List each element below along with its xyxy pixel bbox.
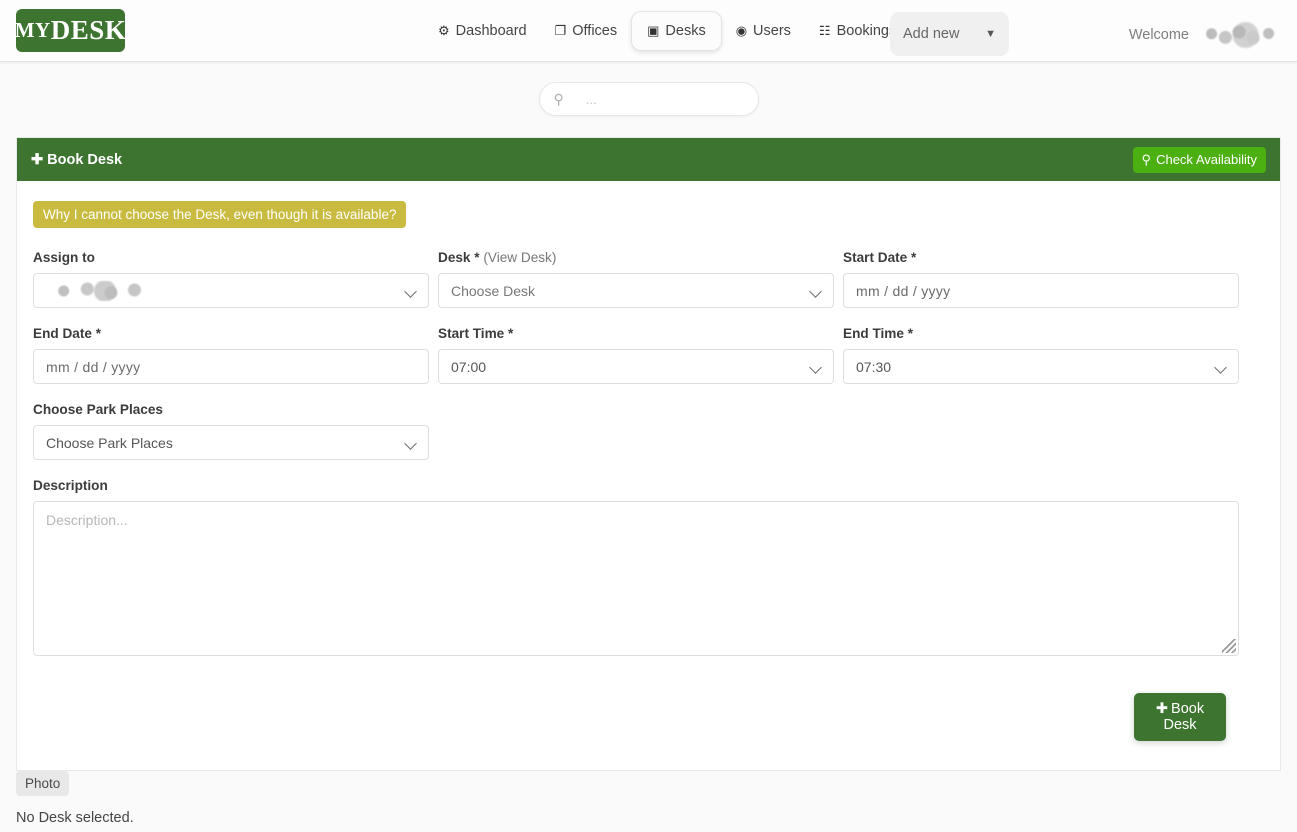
required-marker: * <box>474 250 480 265</box>
desk-select[interactable]: Choose Desk <box>438 273 834 308</box>
dashboard-icon: ⚙ <box>438 23 450 38</box>
end-date-input[interactable]: mm / dd / yyyy <box>33 349 429 384</box>
nav-label-dashboard: Dashboard <box>455 23 527 39</box>
calendar-icon: ☷ <box>818 23 831 38</box>
add-new-dropdown[interactable]: Add new ▼ <box>890 12 1009 56</box>
label-park-places: Choose Park Places <box>33 402 163 417</box>
required-marker: * <box>911 250 917 265</box>
label-end-time: End Time * <box>843 326 1241 341</box>
panel-header: ✚ Book Desk ⚲ Check Availability <box>17 138 1280 181</box>
label-end-date-text: End Date <box>33 326 92 341</box>
park-places-value: Choose Park Places <box>46 434 173 451</box>
nav-item-users[interactable]: ◉ Users <box>722 13 805 49</box>
desk-monitor-icon: ▣ <box>647 23 660 38</box>
label-start-date: Start Date * <box>843 250 1241 265</box>
book-desk-button[interactable]: ✚ Book Desk <box>1134 693 1226 741</box>
plus-icon: ✚ <box>1155 701 1169 717</box>
top-navbar: MY DESK ⚙ Dashboard ❐ Offices ▣ Desks ◉ U… <box>0 0 1297 62</box>
search-bar-row: ⚲ ... <box>0 62 1297 116</box>
field-end-time: End Time * 07:30 <box>843 326 1241 384</box>
required-marker: * <box>508 326 514 341</box>
book-desk-label: Book Desk <box>1163 701 1205 733</box>
welcome-label: Welcome <box>1128 27 1189 43</box>
no-desk-status: No Desk selected. <box>16 810 134 826</box>
welcome-area: Welcome <box>1129 20 1287 50</box>
check-availability-label: Check Availability <box>1156 152 1257 167</box>
form-row-description: Description Description... <box>33 478 1264 656</box>
label-assign-to: Assign to <box>33 250 95 265</box>
label-start-time-text: Start Time <box>438 326 505 341</box>
photo-tab[interactable]: Photo <box>16 771 70 796</box>
label-desk: Desk * (View Desk) <box>438 250 841 265</box>
form-row-1: Assign to Desk * (View Desk) Choose Desk… <box>33 250 1264 308</box>
required-marker: * <box>907 326 914 341</box>
nav-label-offices: Offices <box>572 23 618 39</box>
field-park-places: Choose Park Places Choose Park Places <box>33 402 436 460</box>
search-icon: ⚲ <box>1141 151 1152 167</box>
search-box[interactable]: ⚲ ... <box>538 82 759 116</box>
end-time-select[interactable]: 07:30 <box>843 349 1239 384</box>
availability-help-badge[interactable]: Why I cannot choose the Desk, even thoug… <box>33 201 407 228</box>
label-end-date: End Date * <box>33 326 436 341</box>
park-places-select[interactable]: Choose Park Places <box>33 425 429 460</box>
username-redacted[interactable] <box>1195 20 1287 50</box>
book-desk-panel: ✚ Book Desk ⚲ Check Availability Why I ca… <box>16 137 1281 771</box>
user-circle-icon: ◉ <box>735 23 748 38</box>
end-time-value: 07:30 <box>856 358 892 375</box>
resize-handle-icon[interactable] <box>1222 639 1236 653</box>
label-start-date-text: Start Date <box>843 250 908 265</box>
required-marker: * <box>95 326 101 341</box>
label-description: Description <box>33 478 108 493</box>
start-date-placeholder: mm / dd / yyyy <box>856 282 951 299</box>
brand-my: MY <box>14 18 51 42</box>
nav-label-desks: Desks <box>665 23 706 39</box>
view-desk-link[interactable]: (View Desk) <box>483 250 556 265</box>
nav-label-users: Users <box>753 23 791 39</box>
field-end-date: End Date * mm / dd / yyyy <box>33 326 436 384</box>
description-placeholder: Description... <box>46 512 128 528</box>
nav-item-dashboard[interactable]: ⚙ Dashboard <box>424 13 541 49</box>
assign-to-select[interactable] <box>33 273 429 308</box>
field-assign-to: Assign to <box>33 250 436 308</box>
field-start-date: Start Date * mm / dd / yyyy <box>843 250 1241 308</box>
plus-icon: ✚ <box>31 151 44 168</box>
start-time-value: 07:00 <box>451 358 487 375</box>
check-availability-button[interactable]: ⚲ Check Availability <box>1132 146 1266 173</box>
nav-label-bookings: Bookings <box>836 23 897 39</box>
label-desk-text: Desk <box>438 250 471 265</box>
field-desk: Desk * (View Desk) Choose Desk <box>438 250 841 308</box>
chevron-down-icon: ▼ <box>985 28 996 40</box>
field-start-time: Start Time * 07:00 <box>438 326 841 384</box>
nav-item-offices[interactable]: ❐ Offices <box>541 13 632 49</box>
description-textarea[interactable]: Description... <box>33 501 1239 656</box>
primary-nav: ⚙ Dashboard ❐ Offices ▣ Desks ◉ Users ☷ … <box>424 0 910 62</box>
end-date-placeholder: mm / dd / yyyy <box>46 358 141 375</box>
offices-icon: ❐ <box>554 23 567 38</box>
search-icon: ⚲ <box>553 90 564 107</box>
label-start-time: Start Time * <box>438 326 841 341</box>
desk-select-value: Choose Desk <box>451 282 536 299</box>
brand-logo[interactable]: MY DESK <box>14 9 127 52</box>
panel-body: Why I cannot choose the Desk, even thoug… <box>17 181 1280 770</box>
add-new-label: Add new <box>903 26 960 42</box>
assign-to-value-redacted <box>46 280 164 301</box>
form-row-3: Choose Park Places Choose Park Places <box>33 402 1264 460</box>
start-date-input[interactable]: mm / dd / yyyy <box>843 273 1239 308</box>
panel-title: ✚ Book Desk <box>31 152 122 168</box>
start-time-select[interactable]: 07:00 <box>438 349 834 384</box>
form-row-2: End Date * mm / dd / yyyy Start Time * 0… <box>33 326 1264 384</box>
submit-row: ✚ Book Desk <box>33 674 1264 760</box>
field-description: Description Description... <box>33 478 1239 656</box>
nav-item-desks[interactable]: ▣ Desks <box>631 11 722 51</box>
panel-title-text: Book Desk <box>47 151 123 168</box>
brand-desk: DESK <box>50 15 127 45</box>
label-end-time-text: End Time <box>843 326 904 341</box>
search-input[interactable]: ... <box>586 92 597 107</box>
